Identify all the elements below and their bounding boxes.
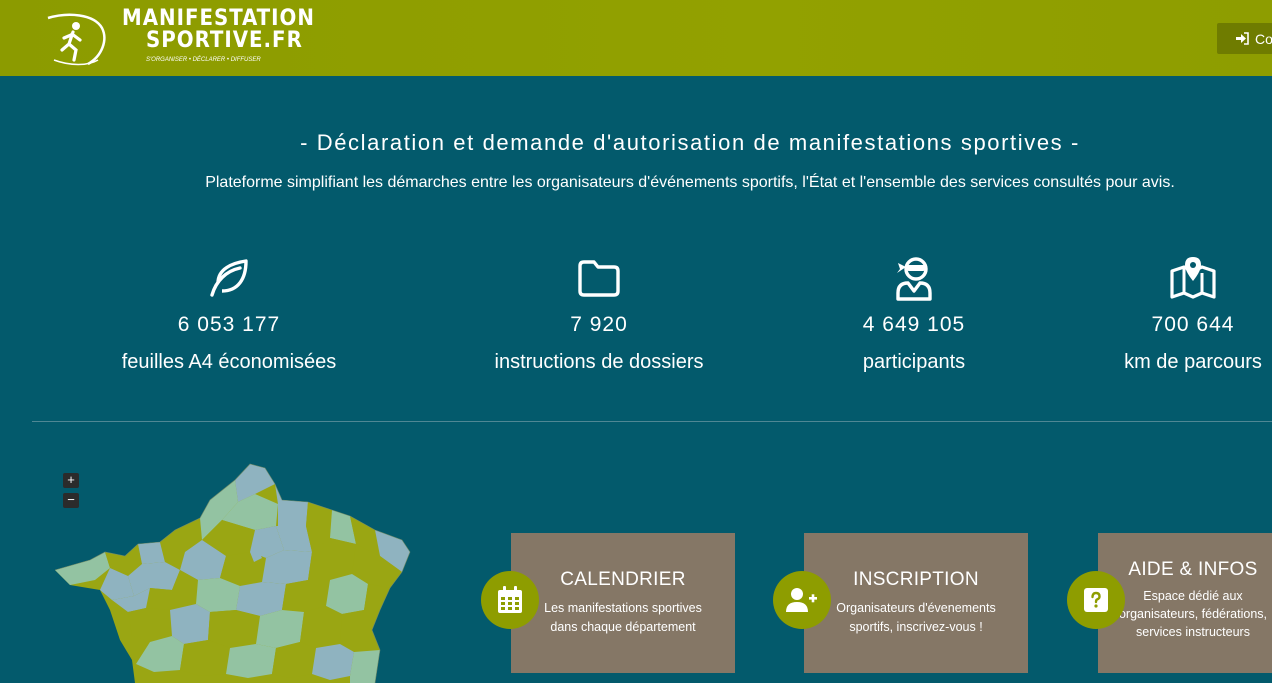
card-title: INSCRIPTION (853, 569, 979, 590)
stat-paper-saved: 6 053 177 feuilles A4 économisées (99, 255, 359, 374)
map-region (256, 610, 304, 648)
logo-line-2: SPORTIVE.FR (146, 28, 303, 53)
sign-in-icon (1236, 32, 1249, 45)
map-region (275, 484, 308, 526)
stat-value: 700 644 (1151, 313, 1235, 336)
map-region (340, 610, 380, 652)
card-title: AIDE & INFOS (1128, 559, 1258, 580)
stat-label: instructions de dossiers (494, 351, 704, 373)
calendar-badge[interactable] (481, 571, 539, 629)
map-region (226, 644, 276, 678)
stat-value: 4 649 105 (862, 313, 966, 336)
aide-badge[interactable] (1067, 571, 1125, 629)
stat-dossiers: 7 920 instructions de dossiers (469, 255, 729, 374)
card-inscription[interactable]: INSCRIPTION Organisateurs d'évenements s… (804, 533, 1028, 673)
map-region (208, 610, 260, 648)
map-region (180, 640, 230, 676)
stat-label: feuilles A4 économisées (121, 351, 337, 373)
stat-label: km de parcours (1124, 351, 1262, 373)
page-subtitle: Plateforme simplifiant les démarches ent… (205, 174, 1175, 191)
user-ninja-icon (896, 257, 932, 301)
inscription-badge[interactable] (773, 571, 831, 629)
map-marked-icon (1170, 257, 1216, 299)
section-divider (32, 421, 1272, 422)
logo-tagline: S'ORGANISER • DÉCLARER • DIFFUSER (146, 57, 261, 63)
france-departments-map[interactable] (50, 460, 430, 683)
map-region (272, 642, 316, 678)
question-icon (1084, 588, 1108, 612)
map-region (170, 604, 210, 644)
login-button[interactable]: Co (1217, 23, 1272, 54)
stat-km: 700 644 km de parcours (1063, 255, 1272, 374)
map-region (236, 582, 286, 616)
login-label: Co (1255, 30, 1272, 47)
site-logo[interactable]: MANIFESTATION SPORTIVE.FR S'ORGANISER • … (40, 6, 314, 72)
user-plus-icon (786, 588, 817, 612)
logo-wordmark: MANIFESTATION SPORTIVE.FR (122, 8, 315, 52)
card-description: Les manifestations sportives dans chaque… (544, 601, 702, 634)
card-title: CALENDRIER (560, 569, 686, 590)
stat-value: 6 053 177 (177, 313, 281, 336)
stat-label: participants (862, 351, 966, 373)
calendar-icon (498, 586, 522, 613)
folder-icon (578, 260, 620, 297)
card-description: Organisateurs d'évenements sportifs, ins… (836, 601, 996, 634)
header-bar: MANIFESTATION SPORTIVE.FR S'ORGANISER • … (0, 0, 1272, 76)
logo-line-1: MANIFESTATION (122, 6, 315, 31)
page-title: - Déclaration et demande d'autorisation … (300, 130, 1080, 155)
leaf-icon (210, 259, 248, 297)
card-calendrier[interactable]: CALENDRIER Les manifestations sportives … (511, 533, 735, 673)
runner-icon (47, 13, 106, 66)
map-region (312, 644, 354, 680)
stat-value: 7 920 (570, 313, 628, 336)
stat-participants: 4 649 105 participants (784, 255, 1044, 374)
map-region (300, 606, 342, 648)
